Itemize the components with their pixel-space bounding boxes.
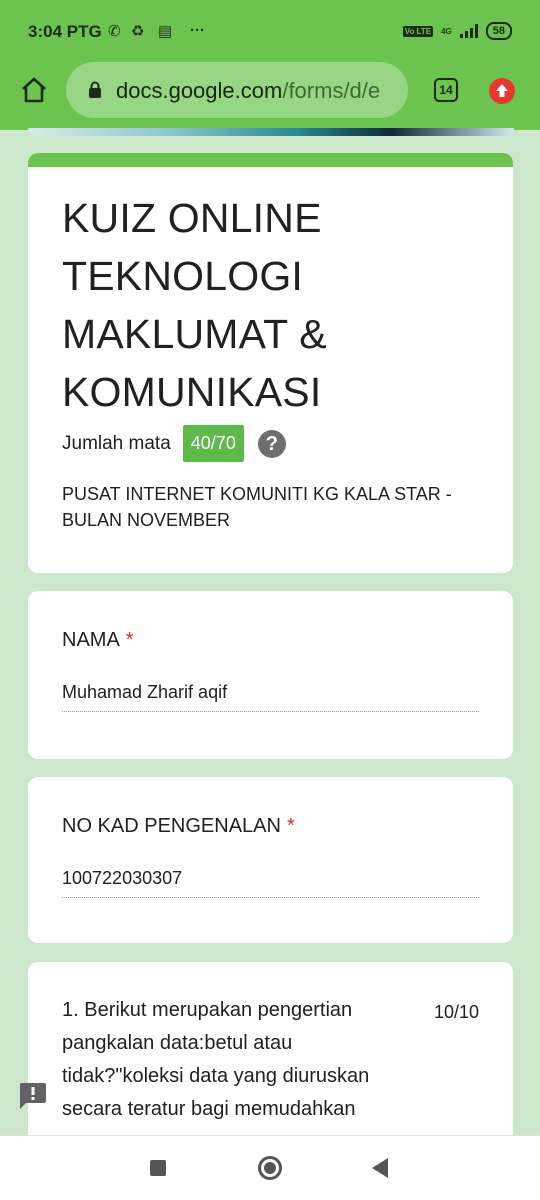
- url-path: /forms/d/e: [282, 78, 381, 103]
- arrow-up-icon: [496, 84, 508, 97]
- help-icon[interactable]: ?: [257, 429, 286, 458]
- network-type: 4G: [441, 26, 452, 36]
- score-badge: 40/70: [182, 425, 244, 462]
- required-marker: *: [286, 815, 295, 837]
- url-text: docs.google.com/forms/d/e: [116, 78, 380, 104]
- required-marker: *: [125, 629, 134, 651]
- question-label: NAMA *: [62, 629, 134, 652]
- android-nav-bar: [0, 1135, 540, 1200]
- home-nav-button[interactable]: [258, 1156, 282, 1180]
- url-bar[interactable]: docs.google.com/forms/d/e: [66, 62, 408, 118]
- form-title: KUIZ ONLINE TEKNOLOGI MAKLUMAT & KOMUNIK…: [62, 195, 327, 415]
- answer-text-nama: Muhamad Zharif aqif: [62, 682, 479, 712]
- status-bar: 3:04 PTG ✆ ♻ ▤ ··· Vo LTE 4G 58: [0, 0, 540, 64]
- question-label-text: NO KAD PENGENALAN: [62, 815, 281, 837]
- card-accent-bar: [28, 153, 513, 167]
- recycle-icon: ♻: [131, 23, 145, 40]
- signal-icon: [459, 24, 478, 38]
- battery-icon: 58: [485, 22, 512, 40]
- score-row: Jumlah mata 40/70 ?: [62, 425, 286, 462]
- back-button[interactable]: [372, 1158, 388, 1178]
- form-title-card: KUIZ ONLINE TEKNOLOGI MAKLUMAT & KOMUNIK…: [28, 153, 513, 573]
- question-label-text: NAMA: [62, 629, 120, 651]
- question-text: 1. Berikut merupakan pengertian pangkala…: [62, 999, 370, 1120]
- question-label: NO KAD PENGENALAN *: [62, 815, 295, 838]
- home-icon[interactable]: [20, 76, 48, 104]
- question-card-nama: NAMA * Muhamad Zharif aqif: [28, 591, 513, 759]
- status-right: Vo LTE 4G 58: [402, 22, 512, 40]
- form-description: PUSAT INTERNET KOMUNITI KG KALA STAR - B…: [62, 484, 452, 530]
- url-host: docs.google.com: [116, 78, 283, 103]
- question-card-ic: NO KAD PENGENALAN * 100722030307: [28, 777, 513, 943]
- feedback-icon[interactable]: [18, 1082, 48, 1110]
- lte-icon: Vo LTE: [402, 25, 434, 37]
- answer-text-ic: 100722030307: [62, 868, 479, 898]
- status-time: 3:04 PTG: [28, 22, 102, 41]
- header-image: [28, 128, 514, 136]
- question-points: 10/10: [433, 1002, 479, 1022]
- news-icon: ▤: [158, 23, 173, 40]
- more-dots-icon: ···: [190, 22, 205, 39]
- update-button[interactable]: [489, 78, 515, 104]
- tab-switcher-button[interactable]: 14: [434, 78, 458, 102]
- question-card-1: 1. Berikut merupakan pengertian pangkala…: [28, 962, 513, 1162]
- lock-icon: [89, 81, 101, 98]
- recents-button[interactable]: [150, 1160, 166, 1176]
- whatsapp-icon: ✆: [108, 23, 121, 40]
- score-label: Jumlah mata: [62, 432, 171, 454]
- browser-header: 3:04 PTG ✆ ♻ ▤ ··· Vo LTE 4G 58 docs.goo…: [0, 0, 540, 130]
